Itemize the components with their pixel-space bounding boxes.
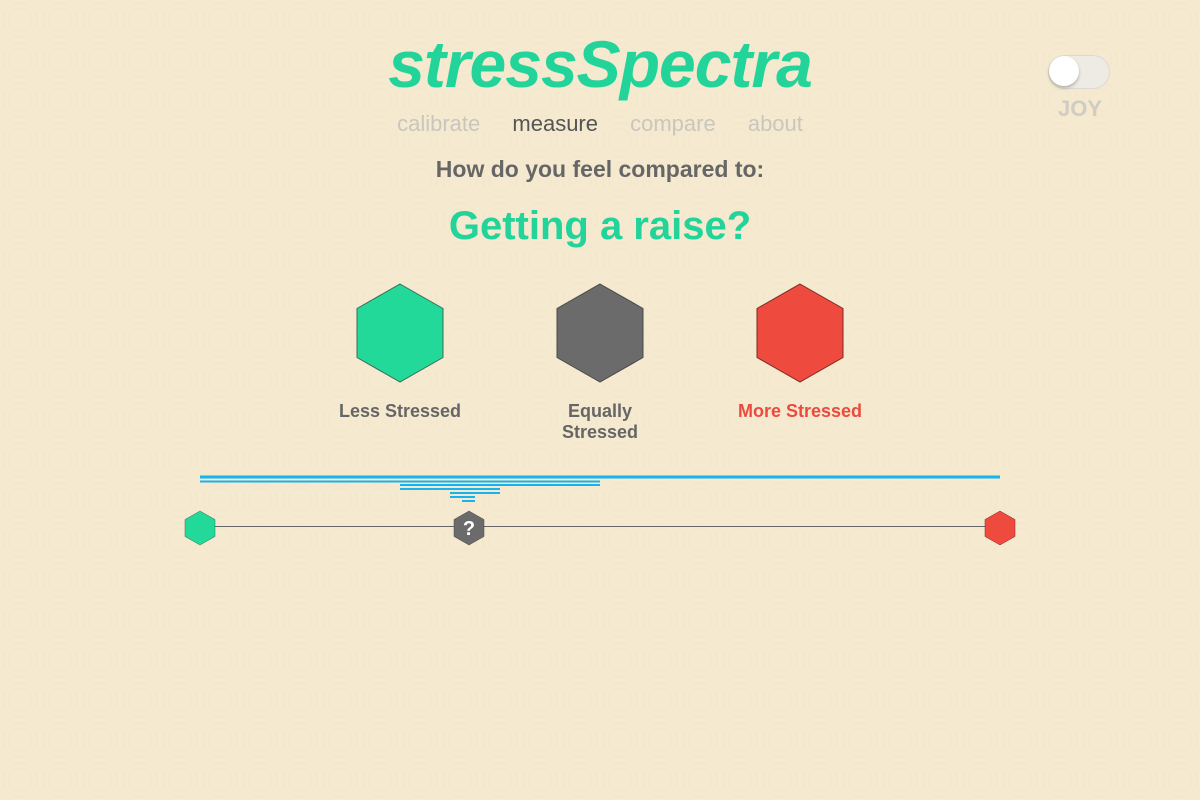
range-bar <box>462 500 475 502</box>
range-bar <box>450 492 500 494</box>
current-position-marker[interactable]: ? <box>453 510 485 546</box>
range-bar <box>400 488 500 490</box>
more-stressed-endpoint-icon <box>984 510 1016 546</box>
range-bar <box>200 475 1000 479</box>
range-bar <box>200 480 600 483</box>
stress-scale: ? <box>184 475 1016 546</box>
range-bar <box>450 496 475 498</box>
less-stressed-endpoint-icon <box>184 510 216 546</box>
search-range-bars <box>200 475 1000 502</box>
marker-question-mark: ? <box>463 518 475 540</box>
range-bar <box>400 484 600 486</box>
